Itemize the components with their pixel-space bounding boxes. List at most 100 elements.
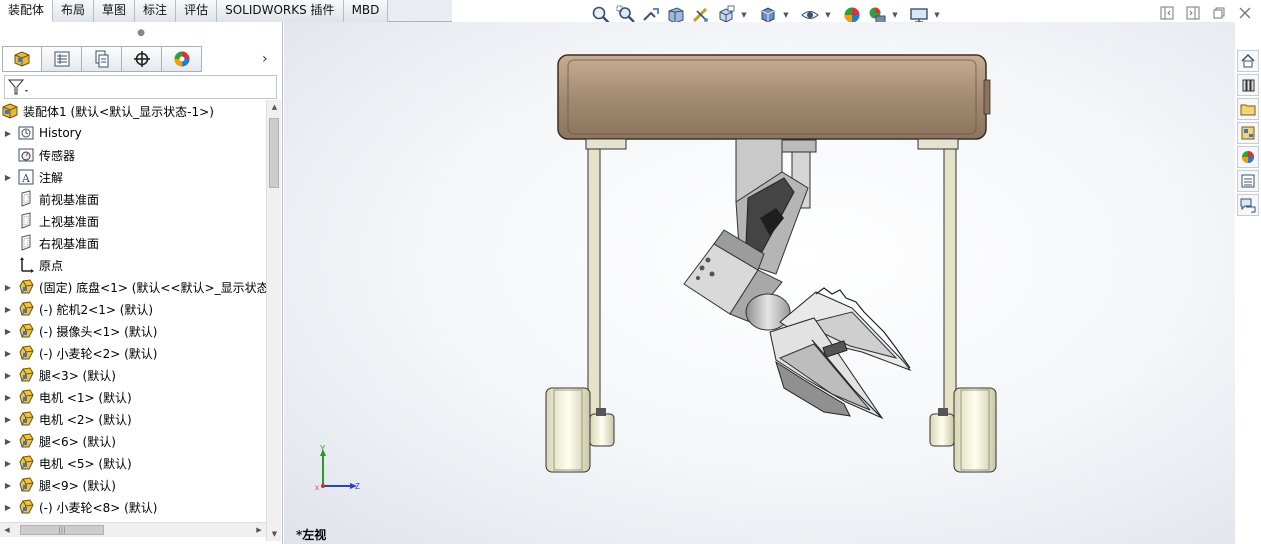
displaymanager-tab[interactable] — [162, 46, 202, 72]
tile-left-icon[interactable] — [1159, 6, 1175, 20]
tab-layout[interactable]: 布局 — [53, 0, 95, 22]
chevron-down-icon[interactable]: ▼ — [782, 11, 790, 19]
tab-markup[interactable]: 标注 — [135, 0, 177, 22]
part-icon — [16, 322, 36, 340]
panel-grip[interactable]: ● — [0, 22, 282, 44]
restore-icon[interactable] — [1211, 6, 1227, 20]
tree-item[interactable]: ▶ (-) 舵机2<1> (默认) — [0, 298, 266, 320]
file-explorer-icon[interactable] — [1237, 98, 1259, 120]
triad-x-label: X — [315, 486, 319, 492]
filter-icon — [7, 79, 28, 95]
tree-item[interactable]: ▶ (-) 小麦轮<8> (默认) — [0, 496, 266, 518]
tree-item[interactable]: ▶ A 注解 — [0, 166, 266, 188]
close-icon[interactable] — [1237, 6, 1253, 20]
scroll-down-icon[interactable]: ▼ — [267, 527, 282, 541]
part-icon — [16, 432, 36, 450]
propertymanager-icon — [54, 51, 69, 67]
expand-arrow-icon[interactable]: ▶ — [0, 459, 16, 468]
tree-item[interactable]: ▶ 电机 <2> (默认) — [0, 408, 266, 430]
scroll-thumb[interactable] — [269, 118, 279, 188]
expand-arrow-icon[interactable]: ▶ — [0, 415, 16, 424]
expand-arrow-icon[interactable]: ▶ — [0, 371, 16, 380]
tab-sketch[interactable]: 草图 — [94, 0, 136, 22]
expand-arrow-icon[interactable]: ▶ — [0, 327, 16, 336]
tree-item-label: 前视基准面 — [39, 192, 100, 207]
propertymanager-tab[interactable] — [42, 46, 82, 72]
chevron-down-icon[interactable]: ▼ — [824, 11, 832, 19]
right-wheel — [929, 387, 997, 473]
tree-horizontal-scrollbar[interactable]: ◀ ||| ▶ — [0, 522, 266, 537]
configurationmanager-icon — [95, 50, 108, 68]
tree-item[interactable]: 右视基准面 — [0, 232, 266, 254]
tree-item-label: (-) 摄像头<1> (默认) — [39, 324, 158, 339]
tree-item-label: 传感器 — [39, 148, 76, 163]
chevron-right-icon[interactable]: › — [262, 51, 268, 67]
expand-arrow-icon[interactable]: ▶ — [0, 349, 16, 358]
tree-item[interactable]: ▶ 腿<6> (默认) — [0, 430, 266, 452]
part-icon — [16, 278, 36, 296]
tree-item[interactable]: ▶ (固定) 底盘<1> (默认<<默认>_显示状态 — [0, 276, 266, 298]
tree-item[interactable]: 传感器 — [0, 144, 266, 166]
scroll-up-icon[interactable]: ▲ — [267, 100, 282, 114]
tree-root-label: 装配体1 (默认<默认_显示状态-1>) — [23, 104, 214, 119]
tree-item-label: (-) 小麦轮<8> (默认) — [39, 500, 158, 515]
configurationmanager-tab[interactable] — [82, 46, 122, 72]
tree-item[interactable]: ▶ 腿<9> (默认) — [0, 474, 266, 496]
tree-item[interactable]: 前视基准面 — [0, 188, 266, 210]
tab-assembly[interactable]: 装配体 — [0, 0, 54, 22]
tree-item-label: 腿<6> (默认) — [39, 434, 116, 449]
expand-arrow-icon[interactable]: ▶ — [0, 481, 16, 490]
expand-arrow-icon[interactable]: ▶ — [0, 129, 16, 138]
feature-tree: 装配体1 (默认<默认_显示状态-1>) ▶ History 传感器 ▶ A 注解前视基准… — [0, 100, 266, 520]
chevron-down-icon[interactable]: ▼ — [933, 11, 941, 19]
forum-icon[interactable] — [1237, 194, 1259, 216]
view-palette-icon[interactable] — [1237, 122, 1259, 144]
expand-arrow-icon[interactable]: ▶ — [0, 393, 16, 402]
scroll-left-icon[interactable]: ◀ — [0, 523, 14, 538]
expand-arrow-icon[interactable]: ▶ — [0, 503, 16, 512]
chevron-down-icon[interactable]: ▼ — [891, 11, 899, 19]
tree-root[interactable]: 装配体1 (默认<默认_显示状态-1>) — [0, 100, 266, 122]
tree-item[interactable]: ▶ 电机 <5> (默认) — [0, 452, 266, 474]
origin-icon — [16, 256, 36, 274]
expand-arrow-icon[interactable]: ▶ — [0, 305, 16, 314]
tree-vertical-scrollbar[interactable]: ▲ ▼ — [266, 100, 281, 541]
tree-item[interactable]: ▶ (-) 小麦轮<2> (默认) — [0, 342, 266, 364]
featuremanager-tab[interactable] — [2, 46, 42, 72]
tile-right-icon[interactable] — [1185, 6, 1201, 20]
history-icon — [16, 124, 36, 142]
home-icon[interactable] — [1237, 50, 1259, 72]
tree-item-label: 腿<9> (默认) — [39, 478, 116, 493]
tree-item[interactable]: 原点 — [0, 254, 266, 276]
expand-arrow-icon[interactable]: ▶ — [0, 437, 16, 446]
tree-item[interactable]: ▶ History — [0, 122, 266, 144]
tree-item[interactable]: ▶ (-) 摄像头<1> (默认) — [0, 320, 266, 342]
tree-item[interactable]: 上视基准面 — [0, 210, 266, 232]
annotation-icon: A — [16, 168, 36, 186]
expand-arrow-icon[interactable]: ▶ — [0, 283, 16, 292]
tree-item-label: (固定) 底盘<1> (默认<<默认>_显示状态 — [39, 280, 266, 295]
plane-icon — [16, 212, 36, 230]
scroll-right-icon[interactable]: ▶ — [252, 523, 266, 538]
tree-filter[interactable] — [4, 75, 277, 99]
task-pane-tabs — [1237, 50, 1261, 216]
design-library-icon[interactable] — [1237, 74, 1259, 96]
scroll-thumb[interactable]: ||| — [20, 525, 104, 535]
dimxpertmanager-tab[interactable] — [122, 46, 162, 72]
featuremanager-icon — [14, 51, 30, 67]
expand-arrow-icon[interactable]: ▶ — [0, 173, 16, 182]
tab-evaluate[interactable]: 评估 — [176, 0, 218, 22]
tree-item[interactable]: ▶ 腿<3> (默认) — [0, 364, 266, 386]
custom-properties-icon[interactable] — [1237, 170, 1259, 192]
appearances-icon[interactable] — [1237, 146, 1259, 168]
displaymanager-icon — [174, 51, 189, 67]
part-icon — [16, 476, 36, 494]
triad-y-label: Y — [320, 444, 326, 453]
tab-mbd[interactable]: MBD — [343, 0, 389, 22]
tree-item-label: 上视基准面 — [39, 214, 100, 229]
tree-item[interactable]: ▶ 电机 <1> (默认) — [0, 386, 266, 408]
tab-solidworks-addins[interactable]: SOLIDWORKS 插件 — [217, 0, 344, 22]
part-icon — [16, 300, 36, 318]
graphics-area[interactable]: Y Z X *左视 — [284, 22, 1235, 544]
chevron-down-icon[interactable]: ▼ — [740, 11, 748, 19]
